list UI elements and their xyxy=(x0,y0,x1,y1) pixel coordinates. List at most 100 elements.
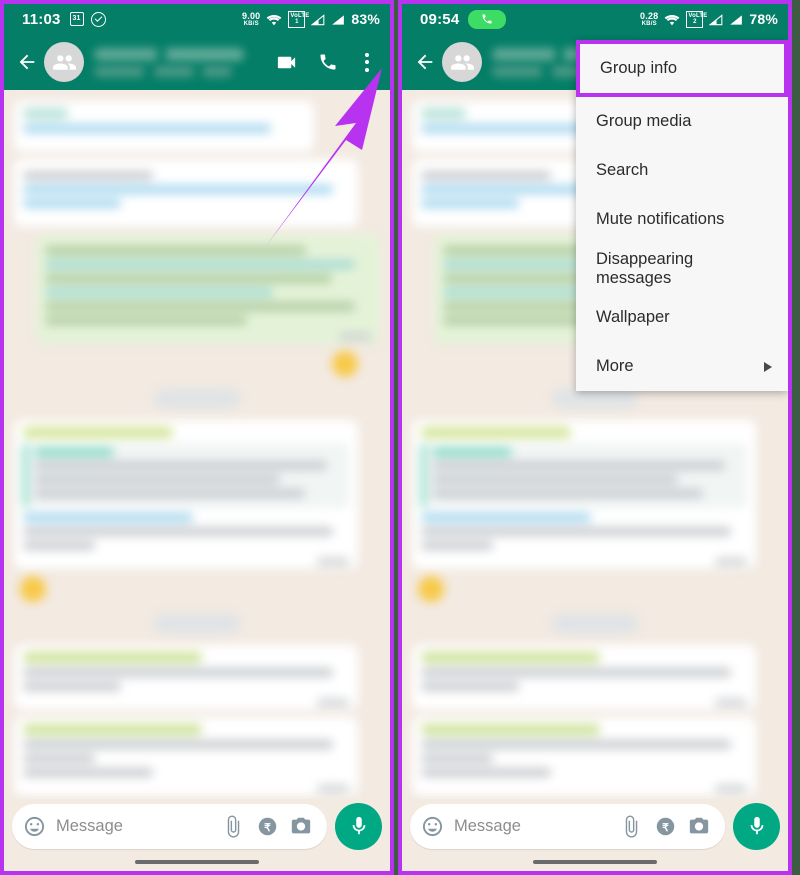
video-call-icon[interactable] xyxy=(266,40,306,84)
chat-message[interactable] xyxy=(412,420,757,569)
wifi-icon xyxy=(266,13,282,26)
menu-item-label: Search xyxy=(596,161,649,179)
status-clock: 11:03 xyxy=(22,10,61,28)
menu-item-wallpaper[interactable]: Wallpaper xyxy=(576,293,788,342)
overflow-dropdown-menu[interactable]: Group info Group media Search Mute notif… xyxy=(576,40,788,391)
menu-item-disappearing-messages[interactable]: Disappearing messages xyxy=(576,244,788,293)
data-rate-indicator: 9.00 KB/S xyxy=(242,10,261,27)
group-avatar-icon[interactable] xyxy=(442,42,482,82)
menu-item-label: Disappearing messages xyxy=(596,249,694,287)
message-text-blurred xyxy=(44,260,355,269)
message-reaction-blurred[interactable] xyxy=(332,351,358,377)
emoji-icon[interactable] xyxy=(421,815,444,838)
volte-sim-number: 2 xyxy=(693,19,697,25)
message-input-pill[interactable]: Message ₹ xyxy=(410,803,725,849)
chat-message[interactable] xyxy=(14,645,359,710)
quoted-message-blurred[interactable] xyxy=(421,443,748,508)
volte-sim-number: 1 xyxy=(295,19,299,25)
volte-icon: VoLTE 1 xyxy=(288,10,309,28)
date-separator-blurred xyxy=(154,614,240,633)
menu-item-more[interactable]: More xyxy=(576,342,788,391)
message-input-placeholder[interactable]: Message xyxy=(56,817,211,836)
message-text-blurred xyxy=(23,527,333,536)
message-reaction-blurred[interactable] xyxy=(418,576,444,602)
message-input-placeholder[interactable]: Message xyxy=(454,817,609,836)
menu-item-label: Group info xyxy=(600,59,678,77)
back-arrow-icon[interactable] xyxy=(12,47,42,77)
chat-message[interactable] xyxy=(14,420,359,569)
chat-message[interactable] xyxy=(14,101,315,152)
chat-message[interactable] xyxy=(14,717,359,796)
message-link-blurred xyxy=(421,513,591,522)
message-link-blurred xyxy=(23,199,121,208)
message-reaction-blurred[interactable] xyxy=(20,576,46,602)
chat-message[interactable] xyxy=(14,159,359,227)
signal-bars-icon xyxy=(709,13,723,26)
menu-item-label: Wallpaper xyxy=(596,308,670,326)
message-sender-blurred xyxy=(421,427,571,438)
message-text-blurred xyxy=(421,171,552,180)
status-notification-icons: 31 xyxy=(69,11,106,27)
menu-item-group-media[interactable]: Group media xyxy=(576,97,788,146)
chat-message-list-left[interactable] xyxy=(4,90,390,799)
data-rate-value: 9.00 xyxy=(242,10,261,21)
menu-item-label: Group media xyxy=(596,112,692,130)
paperclip-icon[interactable] xyxy=(221,814,245,838)
message-text-blurred xyxy=(23,171,154,180)
app-bar-left xyxy=(4,34,390,90)
status-bar-left: 11:03 31 9.00 KB/S VoLTE 1 83% xyxy=(4,4,390,34)
signal-bars-icon xyxy=(331,13,345,25)
menu-item-search[interactable]: Search xyxy=(576,146,788,195)
calendar-31-icon: 31 xyxy=(69,12,84,26)
status-system-icons: 0.28 KB/S VoLTE 2 78% xyxy=(640,10,778,28)
message-text-blurred xyxy=(421,768,552,777)
menu-item-group-info[interactable]: Group info xyxy=(576,40,788,97)
status-clock: 09:54 xyxy=(420,10,460,28)
message-timestamp-blurred xyxy=(317,699,350,706)
phone-screen-right: 09:54 0.28 KB/S VoLTE 2 78% Group info G… xyxy=(398,0,792,875)
data-rate-unit: KB/S xyxy=(641,20,657,27)
message-text-blurred xyxy=(44,316,248,325)
menu-item-mute-notifications[interactable]: Mute notifications xyxy=(576,195,788,244)
chat-message[interactable] xyxy=(412,645,757,710)
chat-message[interactable] xyxy=(35,234,380,344)
check-circle-icon xyxy=(90,11,106,27)
message-text-blurred xyxy=(23,768,154,777)
message-text-blurred xyxy=(23,668,333,677)
phone-screen-left: 11:03 31 9.00 KB/S VoLTE 1 83% Message ₹ xyxy=(0,0,394,875)
message-input-pill[interactable]: Message ₹ xyxy=(12,803,327,849)
menu-item-label: More xyxy=(596,357,634,375)
side-by-side-screenshots: 11:03 31 9.00 KB/S VoLTE 1 83% Message ₹… xyxy=(0,0,800,875)
voice-call-icon[interactable] xyxy=(308,40,348,84)
paperclip-icon[interactable] xyxy=(619,814,643,838)
back-arrow-icon[interactable] xyxy=(410,47,440,77)
message-text-blurred xyxy=(421,740,731,749)
chat-message[interactable] xyxy=(412,717,757,796)
microphone-button[interactable] xyxy=(335,802,382,850)
emoji-icon[interactable] xyxy=(23,815,46,838)
chat-title-block[interactable] xyxy=(94,47,266,77)
rupee-payment-icon[interactable]: ₹ xyxy=(653,814,677,838)
overflow-menu-icon[interactable] xyxy=(350,40,384,84)
status-notification-icons xyxy=(468,9,507,29)
message-text-blurred xyxy=(23,740,333,749)
message-text-blurred xyxy=(421,668,731,677)
camera-icon[interactable] xyxy=(289,814,313,838)
date-separator-blurred xyxy=(552,614,638,633)
data-rate-value: 0.28 xyxy=(640,10,659,21)
group-avatar-icon[interactable] xyxy=(44,42,84,82)
rupee-payment-icon[interactable]: ₹ xyxy=(255,814,279,838)
active-call-pill-icon xyxy=(468,9,507,29)
signal-bars-icon xyxy=(311,13,325,26)
message-link-blurred xyxy=(421,199,519,208)
message-text-blurred xyxy=(421,754,493,763)
message-text-blurred xyxy=(421,682,519,691)
camera-icon[interactable] xyxy=(687,814,711,838)
message-sender-blurred xyxy=(421,108,467,119)
message-timestamp-blurred xyxy=(317,558,350,565)
message-timestamp-blurred xyxy=(715,785,748,792)
microphone-button[interactable] xyxy=(733,802,780,850)
quoted-message-blurred[interactable] xyxy=(23,443,350,508)
message-link-blurred xyxy=(23,513,193,522)
message-sender-blurred xyxy=(421,652,601,663)
